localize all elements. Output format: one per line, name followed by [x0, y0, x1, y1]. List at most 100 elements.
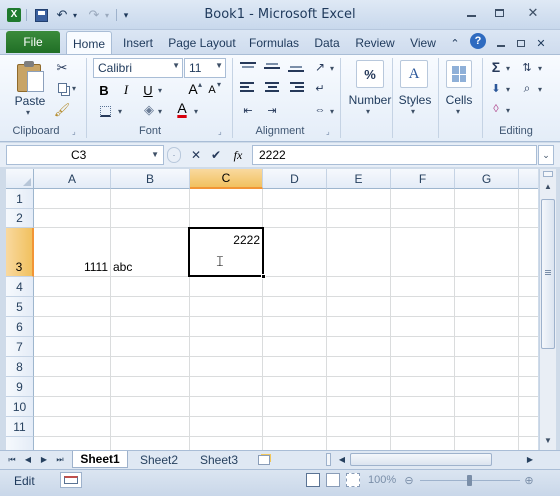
copy-icon[interactable]: [54, 80, 70, 96]
vertical-scroll-thumb[interactable]: [541, 199, 555, 349]
fill-dropdown-icon[interactable]: ▾: [506, 85, 510, 94]
expand-formula-bar-icon[interactable]: ⌄: [538, 145, 554, 165]
doc-minimize-icon[interactable]: [494, 34, 508, 52]
column-header-c[interactable]: C: [190, 169, 263, 189]
font-name-dropdown[interactable]: Calibri ▼: [93, 58, 183, 78]
merge-center-icon[interactable]: ⇔: [312, 102, 328, 118]
number-dropdown-icon[interactable]: ▾: [366, 107, 370, 116]
autosum-dropdown-icon[interactable]: ▾: [506, 64, 510, 73]
cells-label[interactable]: Cells: [440, 93, 478, 107]
select-all-corner[interactable]: [6, 169, 34, 189]
sheet-tab-sheet2[interactable]: Sheet2: [132, 451, 186, 468]
align-bottom-icon[interactable]: [288, 60, 304, 74]
fill-color-icon[interactable]: ◈: [140, 102, 158, 118]
clipboard-launcher-icon[interactable]: ⌟: [72, 127, 76, 136]
row-header-6[interactable]: 6: [6, 317, 34, 337]
scroll-down-icon[interactable]: ▼: [541, 433, 555, 447]
sort-filter-icon[interactable]: ⇅: [518, 59, 536, 75]
minimize-ribbon-icon[interactable]: ⌃: [448, 34, 462, 52]
decrease-indent-icon[interactable]: ⇤: [240, 102, 256, 118]
active-cell-c3[interactable]: 2222 𝙸: [188, 227, 266, 279]
borders-dropdown-icon[interactable]: ▾: [118, 107, 122, 116]
underline-dropdown-icon[interactable]: ▾: [158, 86, 162, 95]
font-size-dropdown[interactable]: 11 ▼: [184, 58, 226, 78]
italic-button[interactable]: I: [118, 81, 134, 99]
row-header-1[interactable]: 1: [6, 189, 34, 209]
find-select-dropdown-icon[interactable]: ▾: [538, 85, 542, 94]
sheet-tab-sheet1[interactable]: Sheet1: [72, 451, 128, 468]
copy-dropdown-icon[interactable]: ▾: [72, 84, 76, 93]
fill-handle[interactable]: [261, 274, 266, 279]
vertical-scrollbar[interactable]: ▲ ▼: [539, 169, 556, 450]
tab-data[interactable]: Data: [310, 34, 344, 52]
redo-icon[interactable]: ↷: [86, 6, 102, 24]
tab-insert[interactable]: Insert: [118, 34, 158, 52]
horizontal-scroll-thumb[interactable]: [350, 453, 492, 466]
styles-button[interactable]: A: [400, 60, 428, 88]
column-header-b[interactable]: B: [111, 169, 190, 189]
scroll-right-icon[interactable]: ▶: [524, 451, 536, 468]
row-header-5[interactable]: 5: [6, 297, 34, 317]
paste-label[interactable]: Paste: [14, 94, 46, 108]
customize-qat-icon[interactable]: ▾: [120, 6, 132, 24]
font-launcher-icon[interactable]: ⌟: [218, 127, 222, 136]
orientation-dropdown-icon[interactable]: ▾: [330, 64, 334, 73]
underline-button[interactable]: U: [140, 81, 156, 99]
first-sheet-icon[interactable]: ⏮: [6, 451, 18, 468]
last-sheet-icon[interactable]: ⏭: [54, 451, 66, 468]
doc-close-icon[interactable]: ✕: [534, 34, 548, 52]
minimize-icon[interactable]: [460, 4, 482, 22]
tab-view[interactable]: View: [406, 34, 440, 52]
column-header-f[interactable]: F: [391, 169, 455, 189]
row-header-3[interactable]: 3: [6, 228, 34, 277]
cell-a3[interactable]: 1111: [36, 260, 108, 274]
scroll-up-icon[interactable]: ▲: [541, 179, 555, 193]
row-header-10[interactable]: 10: [6, 397, 34, 417]
row-header-8[interactable]: 8: [6, 357, 34, 377]
tab-split-handle[interactable]: [326, 453, 331, 466]
page-break-view-icon[interactable]: [346, 473, 360, 487]
split-box-icon[interactable]: [543, 171, 553, 177]
clear-icon[interactable]: ◊: [488, 101, 504, 117]
formula-bar-grip-icon[interactable]: ·: [167, 147, 181, 163]
tab-file[interactable]: File: [6, 31, 60, 53]
insert-sheet-icon[interactable]: [254, 451, 274, 468]
zoom-in-icon[interactable]: ⊕: [522, 473, 536, 487]
insert-function-button[interactable]: fx: [229, 146, 247, 164]
row-header-12[interactable]: [6, 437, 34, 450]
paste-dropdown-icon[interactable]: ▾: [26, 108, 30, 117]
next-sheet-icon[interactable]: ▶: [38, 451, 50, 468]
column-header-e[interactable]: E: [327, 169, 391, 189]
increase-indent-icon[interactable]: ⇥: [264, 102, 280, 118]
worksheet-grid[interactable]: A B C D E F G 1 2 3 4 5 6 7 8 9 10 11 11…: [6, 169, 538, 450]
styles-label[interactable]: Styles: [396, 93, 434, 107]
fill-color-dropdown-icon[interactable]: ▾: [158, 107, 162, 116]
scroll-left-icon[interactable]: ◀: [336, 451, 348, 468]
name-box[interactable]: C3 ▼: [6, 145, 164, 165]
restore-icon[interactable]: [488, 4, 510, 22]
tab-review[interactable]: Review: [352, 34, 398, 52]
normal-view-icon[interactable]: [306, 473, 320, 487]
save-icon[interactable]: [32, 6, 50, 24]
zoom-level[interactable]: 100%: [368, 474, 396, 486]
alignment-launcher-icon[interactable]: ⌟: [326, 127, 330, 136]
zoom-out-icon[interactable]: ⊖: [402, 473, 416, 487]
sheet-tab-sheet3[interactable]: Sheet3: [192, 451, 246, 468]
number-label[interactable]: Number: [344, 93, 396, 107]
styles-dropdown-icon[interactable]: ▾: [411, 107, 415, 116]
cells-dropdown-icon[interactable]: ▾: [456, 107, 460, 116]
cell-b3[interactable]: abc: [113, 260, 187, 274]
column-header-g[interactable]: G: [455, 169, 519, 189]
cancel-entry-icon[interactable]: ✕: [188, 147, 204, 163]
font-color-dropdown-icon[interactable]: ▾: [194, 107, 198, 116]
bold-button[interactable]: B: [96, 81, 112, 99]
find-select-icon[interactable]: ⌕: [518, 80, 536, 96]
row-header-9[interactable]: 9: [6, 377, 34, 397]
zoom-slider-thumb[interactable]: [467, 475, 472, 486]
undo-dropdown-icon[interactable]: ▾: [70, 6, 80, 24]
excel-app-icon[interactable]: X: [6, 6, 22, 24]
tab-page-layout[interactable]: Page Layout: [166, 34, 238, 52]
undo-icon[interactable]: ↶: [54, 6, 70, 24]
align-middle-icon[interactable]: [264, 60, 280, 74]
column-header-a[interactable]: A: [34, 169, 111, 189]
